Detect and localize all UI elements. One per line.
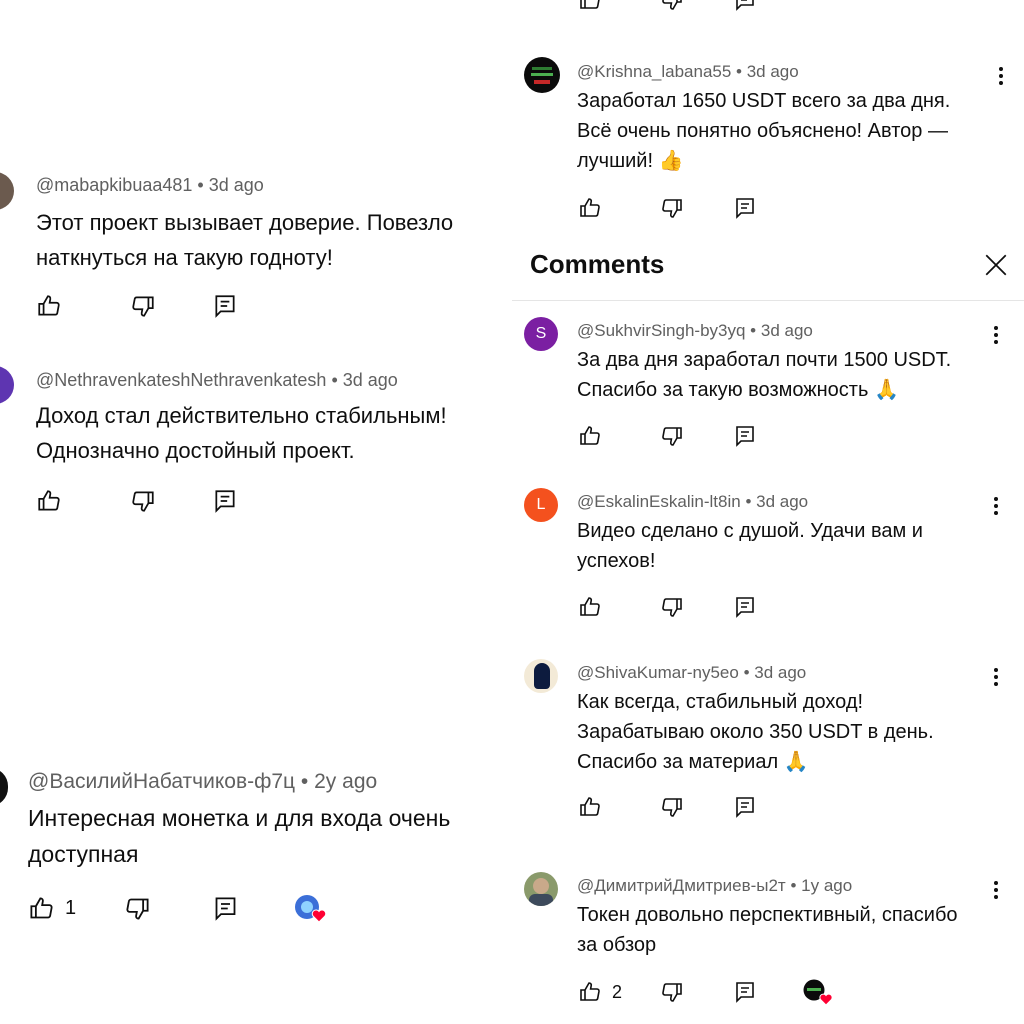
reply-button[interactable]: [733, 196, 757, 220]
reply-icon: [736, 597, 754, 618]
comment-author[interactable]: @Krishna_labana55 • 3d ago: [577, 62, 799, 82]
thumbs-up-icon: [580, 0, 600, 9]
comment-author[interactable]: @EskalinEskalin-lt8in • 3d ago: [577, 492, 808, 512]
avatar[interactable]: [524, 659, 558, 693]
reply-icon: [736, 0, 754, 11]
dislike-button[interactable]: [130, 488, 156, 514]
avatar[interactable]: L: [524, 488, 558, 522]
reply-icon: [215, 490, 235, 513]
comment-author[interactable]: @mabapkibuaa481 • 3d ago: [36, 175, 264, 196]
dislike-button[interactable]: [124, 895, 151, 922]
thumbs-up-icon: [580, 198, 600, 217]
like-count: 1: [65, 897, 77, 919]
comment-author[interactable]: @ДимитрийДмитриев-ы2т • 1y ago: [577, 876, 852, 896]
avatar[interactable]: [0, 172, 14, 210]
like-button[interactable]: [578, 0, 602, 12]
thumbs-up-icon: [38, 490, 60, 511]
comment-text: Этот проект вызывает доверие. Повезло на…: [36, 210, 454, 270]
thumbs-down-icon: [662, 0, 682, 10]
like-button[interactable]: [36, 488, 62, 514]
reply-button[interactable]: [733, 424, 757, 448]
thumbs-down-icon: [662, 427, 682, 446]
comment-text: Видео сделано с душой. Удачи вам и успех…: [577, 520, 923, 572]
dislike-button[interactable]: [130, 293, 156, 319]
reply-button[interactable]: [733, 980, 757, 1004]
comment-text: Доход стал действительно стабильным! Одн…: [36, 403, 447, 463]
thumbs-down-icon: [662, 983, 682, 1002]
more-options-button[interactable]: [993, 668, 999, 689]
thumbs-up-icon: [30, 897, 53, 919]
thumbs-up-icon: [580, 982, 600, 1001]
reply-icon: [215, 295, 235, 318]
like-button[interactable]: [578, 595, 602, 619]
creator-heart-icon: [295, 895, 327, 923]
thumbs-down-icon: [662, 598, 682, 617]
comment-text: Токен довольно перспективный, спасибо за…: [577, 904, 958, 956]
thumbs-down-icon: [132, 296, 154, 317]
comment-text: За два дня заработал почти 1500 USDT. Сп…: [577, 349, 952, 401]
reply-button[interactable]: [212, 488, 238, 514]
comment-text: Интересная монетка и для входа очень дос…: [28, 805, 451, 867]
more-options-button[interactable]: [993, 881, 999, 902]
thumbs-down-icon: [132, 491, 154, 512]
avatar[interactable]: S: [524, 317, 558, 351]
more-options-button[interactable]: [998, 67, 1004, 88]
avatar[interactable]: [524, 57, 560, 93]
comment-text: Заработал 1650 USDT всего за два дня. Вс…: [577, 90, 951, 172]
avatar[interactable]: [0, 768, 8, 806]
reply-icon: [736, 426, 754, 447]
like-button[interactable]: 2: [578, 980, 622, 1004]
dislike-button[interactable]: [660, 424, 684, 448]
comment-author[interactable]: @NethravenkateshNethravenkatesh • 3d ago: [36, 370, 398, 391]
like-button[interactable]: [578, 795, 602, 819]
comment-author[interactable]: @SukhvirSingh-by3yq • 3d ago: [577, 321, 813, 341]
thumbs-down-icon: [126, 898, 149, 920]
reply-button[interactable]: [733, 795, 757, 819]
comment-author[interactable]: @ВасилийНабатчиков-ф7ц • 2y ago: [28, 770, 377, 794]
avatar[interactable]: [524, 872, 558, 906]
like-count: 2: [612, 981, 623, 1002]
close-icon: [985, 254, 1007, 276]
like-button[interactable]: 1: [28, 895, 76, 922]
reply-button[interactable]: [212, 895, 239, 922]
reply-icon: [736, 982, 754, 1003]
reply-icon: [736, 797, 754, 818]
reply-button[interactable]: [733, 595, 757, 619]
reply-button[interactable]: [733, 0, 757, 12]
like-button[interactable]: [578, 196, 602, 220]
comment-author[interactable]: @ShivaKumar-ny5eo • 3d ago: [577, 663, 806, 683]
thumbs-up-icon: [38, 295, 60, 316]
dislike-button[interactable]: [660, 595, 684, 619]
dislike-button[interactable]: [660, 980, 684, 1004]
reply-button[interactable]: [212, 293, 238, 319]
like-button[interactable]: [578, 424, 602, 448]
dislike-button[interactable]: [660, 196, 684, 220]
thumbs-up-icon: [580, 797, 600, 816]
creator-heart-badge[interactable]: [294, 894, 330, 924]
like-button[interactable]: [36, 293, 62, 319]
dislike-button[interactable]: [660, 0, 684, 12]
thumbs-down-icon: [662, 199, 682, 218]
reply-icon: [215, 897, 236, 921]
panel-title: Comments: [530, 249, 665, 279]
avatar[interactable]: [0, 366, 14, 404]
panel-divider: [512, 300, 1024, 301]
creator-heart-icon: [803, 979, 833, 1006]
more-options-button[interactable]: [993, 326, 999, 347]
comment-text: Как всегда, стабильный доход! Зарабатыва…: [577, 691, 934, 773]
thumbs-down-icon: [662, 798, 682, 817]
more-options-button[interactable]: [993, 497, 999, 518]
thumbs-up-icon: [580, 426, 600, 445]
dislike-button[interactable]: [660, 795, 684, 819]
thumbs-up-icon: [580, 597, 600, 616]
close-button[interactable]: [983, 252, 1009, 278]
reply-icon: [736, 198, 754, 219]
creator-heart-badge[interactable]: [803, 979, 835, 1007]
